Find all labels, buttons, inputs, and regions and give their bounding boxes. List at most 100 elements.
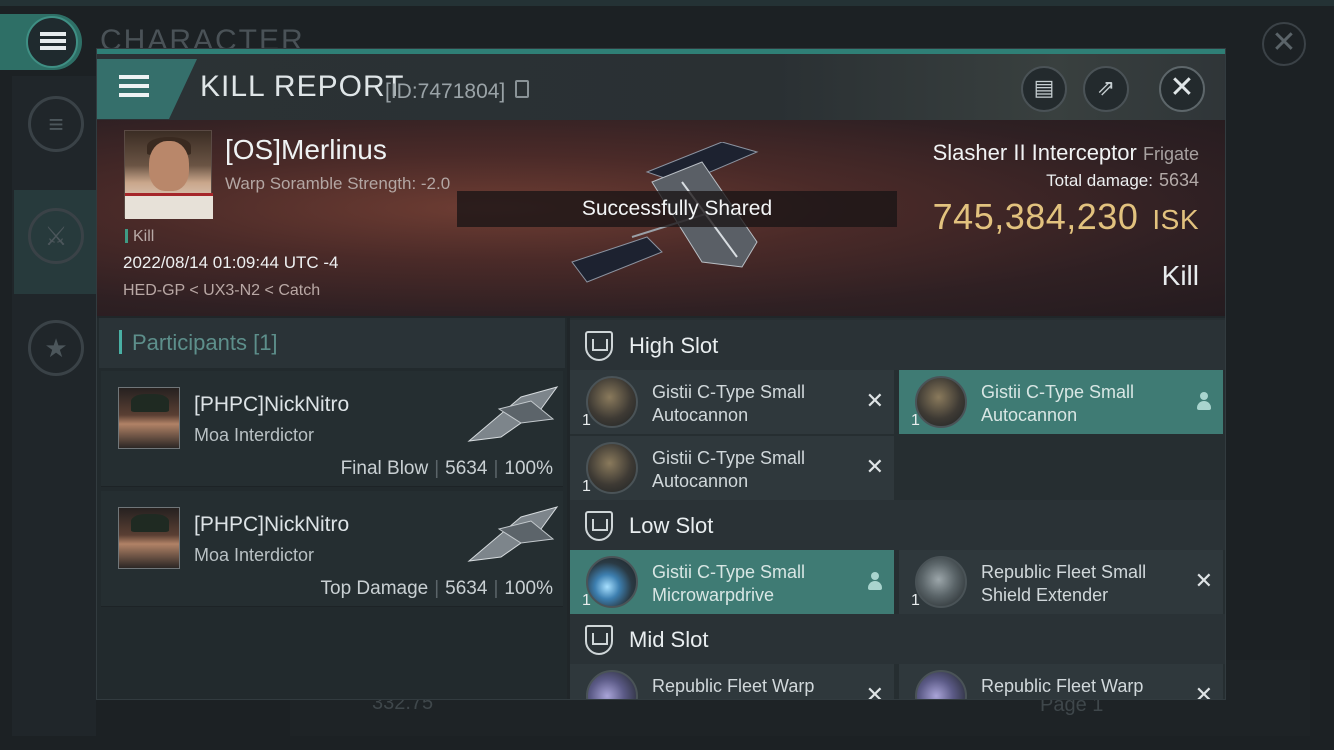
background-close-icon[interactable]: ✕ [1262,22,1306,66]
main-menu-button[interactable] [0,14,82,70]
stat-separator: | [434,578,440,599]
slot-label: Low Slot [629,513,714,538]
portrait-face [149,141,189,191]
victim-portrait[interactable] [124,130,213,219]
shield-icon [585,331,613,361]
module-qty: 1 [582,478,591,495]
participant-percent: 100% [504,458,553,479]
victim-banner: [OS]Merlinus Warp Soramble Strength: -2.… [97,120,1225,316]
participants-count: [1] [253,330,278,355]
stat-separator: | [493,458,499,479]
copy-icon[interactable] [515,80,529,98]
stat-separator: | [434,458,440,479]
window-header: KILL REPORT [ID:7471804] ▤ ⇗ ✕ [97,54,1225,120]
participant-ship: Moa Interdictor [194,425,315,445]
background-sidebar: ≡ ⚔ ★ [12,76,96,736]
module-name: Gistii C-Type Small Autocannon [652,448,806,491]
isk-value: 745,384,230 ISK [933,196,1199,238]
module-item[interactable]: 1 Republic Fleet Small Shield Extender ✕ [899,550,1223,614]
participant-avatar[interactable] [118,507,180,569]
hamburger-icon [119,75,149,97]
ship-name[interactable]: Slasher II Interceptor Frigate [933,140,1199,166]
menu-icon [40,32,66,50]
participant-ship-icon [467,506,559,562]
avatar-cap [131,514,169,532]
low-slot-header: Low Slot [570,500,1225,550]
top-strip [0,0,1334,6]
module-name: Gistii C-Type Small Microwarpdrive [652,562,806,605]
victim-name[interactable]: [OS]Merlinus [225,134,387,166]
share-icon[interactable]: ⇗ [1083,66,1129,112]
slot-label: Mid Slot [629,627,709,652]
participants-title-text: Participants [132,330,247,355]
participant-avatar[interactable] [118,387,180,449]
module-item[interactable]: 1 Gistii C-Type Small Autocannon ✕ [570,370,894,434]
dropped-icon [868,572,882,592]
participant-row[interactable]: [PHPC]NickNitro Moa Interdictor Top Dama… [101,491,563,607]
star-icon[interactable]: ★ [28,320,84,376]
high-slot-header: High Slot [570,320,1225,370]
destroyed-icon: ✕ [865,682,884,700]
ship-class: Frigate [1142,144,1199,164]
participant-row[interactable]: [PHPC]NickNitro Moa Interdictor Final Bl… [101,371,563,487]
module-name: Republic Fleet Warp [981,676,1144,696]
fitting-panel: High Slot 1 Gistii C-Type Small Autocann… [570,318,1225,700]
shield-icon [585,625,613,655]
stat-separator: | [493,578,499,599]
kill-id: [ID:7471804] [385,80,506,103]
participant-label: Final Blow [340,458,429,479]
warp-disruptor-icon [915,670,967,699]
dropped-icon [1197,392,1211,412]
participant-ship: Moa Interdictor [194,545,315,565]
participants-panel: Participants [1] [PHPC]NickNitro Moa Int… [97,318,567,699]
autocannon-icon [915,376,967,428]
module-item[interactable]: 1 Gistii C-Type Small Autocannon ✕ [570,436,894,500]
warp-scramble-strength: Warp Soramble Strength: -2.0 [225,174,451,193]
slot-label: High Slot [629,333,719,358]
shield-icon [585,511,613,541]
participants-accent [119,330,122,354]
close-icon[interactable]: ✕ [1159,66,1205,112]
avatar-cap [131,394,169,412]
module-name: Republic Fleet Warp [652,676,815,696]
destroyed-icon: ✕ [865,454,884,479]
share-toast: Successfully Shared [457,191,897,227]
destroyed-icon: ✕ [1194,682,1213,700]
module-item[interactable]: 1 Gistii C-Type Small Autocannon [899,370,1223,434]
header-menu-button[interactable] [97,59,197,119]
module-qty: 1 [582,592,591,609]
module-qty: 1 [911,592,920,609]
kill-tag: Kill [125,228,154,246]
list-icon[interactable]: ≡ [28,96,84,152]
window-title: KILL REPORT [200,70,405,103]
participant-stats: Top Damage | 5634 | 100% [321,578,554,600]
destroyed-icon: ✕ [1194,568,1213,593]
clipboard-icon[interactable]: ▤ [1021,66,1067,112]
participant-stats: Final Blow | 5634 | 100% [341,458,553,480]
autocannon-icon [586,376,638,428]
mid-slot-header: Mid Slot [570,614,1225,664]
participant-damage: 5634 [445,458,488,479]
result-label: Kill [1161,260,1199,291]
ship-name-text: Slasher II Interceptor [932,140,1137,165]
module-name: Gistii C-Type Small Autocannon [652,382,806,425]
isk-amount: 745,384,230 [932,196,1139,237]
swords-icon[interactable]: ⚔ [28,208,84,264]
kill-location[interactable]: HED-GP < UX3-N2 < Catch [123,282,320,300]
module-item[interactable]: 1 Republic Fleet Warp ✕ [570,664,894,700]
participant-name[interactable]: [PHPC]NickNitro [194,513,349,537]
module-item[interactable]: 1 Gistii C-Type Small Microwarpdrive [570,550,894,614]
module-item[interactable]: 1 Republic Fleet Warp ✕ [899,664,1223,700]
shield-extender-icon [915,556,967,608]
participant-name[interactable]: [PHPC]NickNitro [194,393,349,417]
total-damage: Total damage: 5634 [1046,170,1199,191]
warp-disruptor-icon [586,670,638,699]
participants-header: Participants [1] [99,318,565,368]
participants-title: Participants [1] [132,330,278,356]
participant-label: Top Damage [320,578,429,599]
module-name: Republic Fleet Small Shield Extender [981,562,1147,605]
microwarpdrive-icon [586,556,638,608]
portrait-suit [125,193,213,219]
module-name: Gistii C-Type Small Autocannon [981,382,1135,425]
isk-unit: ISK [1152,204,1199,235]
